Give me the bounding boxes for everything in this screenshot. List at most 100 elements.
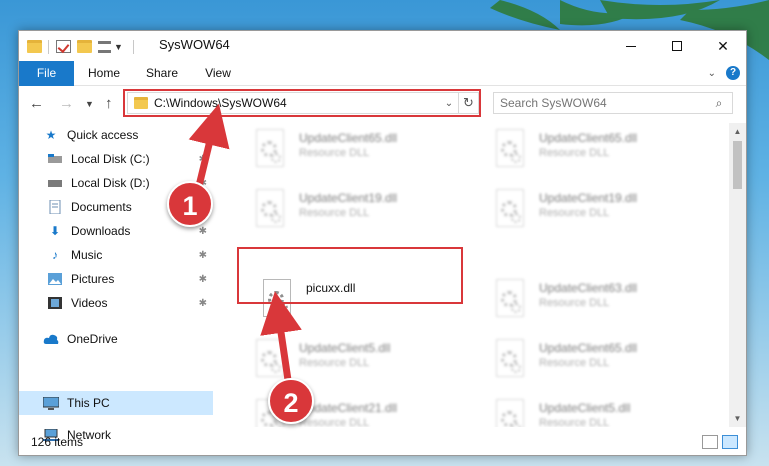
sidebar-item-label: This PC xyxy=(67,396,110,410)
scrollbar-thumb[interactable] xyxy=(733,141,742,189)
pin-icon[interactable]: ✱ xyxy=(199,250,207,261)
list-item[interactable]: UpdateClient65.dll Resource DLL xyxy=(253,129,483,181)
file-type: Resource DLL xyxy=(539,417,610,427)
file-type: Resource DLL xyxy=(539,207,610,219)
file-type: Resource DLL xyxy=(539,357,610,369)
vertical-scrollbar[interactable]: ▲ ▼ xyxy=(729,123,746,427)
sidebar-item-label: Quick access xyxy=(67,128,139,142)
drive-icon xyxy=(47,176,63,190)
address-highlight-box xyxy=(123,89,481,117)
file-type: Resource DLL xyxy=(299,357,370,369)
folder-icon[interactable] xyxy=(27,40,42,53)
file-name: UpdateClient65.dll xyxy=(299,131,398,145)
list-item[interactable]: UpdateClient5.dll Resource DLL xyxy=(493,399,723,427)
scroll-down-icon[interactable]: ▼ xyxy=(729,410,746,427)
file-name: UpdateClient65.dll xyxy=(539,341,638,355)
sidebar-item-label: Pictures xyxy=(71,272,115,286)
sidebar-item-this-pc[interactable]: This PC xyxy=(19,391,213,415)
dll-file-icon xyxy=(493,339,529,383)
expand-ribbon-chevron-icon[interactable]: ⌄ xyxy=(708,68,716,79)
back-button[interactable]: ← xyxy=(29,95,44,112)
sidebar-item-label: Documents xyxy=(71,200,132,214)
close-button[interactable]: ✕ xyxy=(700,31,746,61)
list-item[interactable]: UpdateClient19.dll Resource DLL xyxy=(493,189,723,241)
star-icon: ★ xyxy=(45,128,57,142)
pin-icon[interactable]: ✱ xyxy=(199,226,207,237)
maximize-button[interactable] xyxy=(654,31,700,61)
sidebar-item-label: Downloads xyxy=(71,224,131,238)
file-name: UpdateClient5.dll xyxy=(299,341,391,355)
downloads-icon: ⬇ xyxy=(49,224,61,238)
title-bar: ▼ SysWOW64 ✕ xyxy=(19,31,746,61)
status-bar: 126 items xyxy=(19,429,746,455)
list-item[interactable]: UpdateClient19.dll Resource DLL xyxy=(253,189,483,241)
sidebar-item-quick-access[interactable]: ★ Quick access xyxy=(19,123,213,147)
file-name: UpdateClient65.dll xyxy=(539,131,638,145)
list-item[interactable]: UpdateClient65.dll Resource DLL xyxy=(493,129,723,181)
scroll-up-icon[interactable]: ▲ xyxy=(729,123,746,140)
pictures-icon xyxy=(47,272,63,286)
explorer-window: ▼ SysWOW64 ✕ File Home Share View ⌄ ? ← … xyxy=(18,30,747,456)
callout-badge-2: 2 xyxy=(268,378,314,424)
view-icon[interactable] xyxy=(98,40,111,53)
window-title: SysWOW64 xyxy=(159,37,230,52)
dll-file-icon xyxy=(493,279,529,323)
ribbon-controls: ⌄ ? xyxy=(708,66,740,80)
file-name: UpdateClient19.dll xyxy=(299,191,398,205)
window-controls: ✕ xyxy=(608,31,746,61)
tab-home[interactable]: Home xyxy=(81,61,127,86)
properties-icon[interactable] xyxy=(56,40,71,53)
dll-file-icon xyxy=(493,189,529,233)
toolbar-separator xyxy=(48,39,49,54)
sidebar-item-local-disk-c[interactable]: Local Disk (C:) ✱ xyxy=(19,147,213,171)
new-folder-icon[interactable] xyxy=(77,40,92,53)
sidebar-item-label: OneDrive xyxy=(67,332,118,346)
file-type: Resource DLL xyxy=(539,297,610,309)
details-view-icon[interactable] xyxy=(702,435,718,449)
view-toggles xyxy=(698,435,738,449)
search-input[interactable] xyxy=(500,96,712,110)
search-box[interactable]: ⌕ xyxy=(493,92,733,114)
drive-icon xyxy=(47,152,63,166)
forward-button[interactable]: → xyxy=(59,95,74,112)
documents-icon xyxy=(47,200,63,214)
file-type: Resource DLL xyxy=(299,207,370,219)
file-type: Resource DLL xyxy=(539,147,610,159)
minimize-icon xyxy=(626,45,636,47)
recent-locations-dropdown-icon[interactable]: ▼ xyxy=(85,99,94,109)
sidebar-item-music[interactable]: ♪ Music ✱ xyxy=(19,243,213,267)
file-name: UpdateClient19.dll xyxy=(539,191,638,205)
maximize-icon xyxy=(672,41,682,51)
search-icon: ⌕ xyxy=(715,95,723,110)
music-icon: ♪ xyxy=(52,248,58,262)
callout-badge-1: 1 xyxy=(167,181,213,227)
dll-file-icon xyxy=(493,129,529,173)
item-count: 126 items xyxy=(31,435,84,449)
large-icons-view-icon[interactable] xyxy=(722,435,738,449)
sidebar-item-videos[interactable]: Videos ✱ xyxy=(19,291,213,315)
sidebar-item-label: Music xyxy=(71,248,103,262)
file-type: Resource DLL xyxy=(299,417,370,427)
sidebar-item-onedrive[interactable]: OneDrive xyxy=(19,327,213,351)
list-item[interactable]: UpdateClient65.dll Resource DLL xyxy=(493,339,723,391)
help-icon[interactable]: ? xyxy=(726,66,740,80)
computer-icon xyxy=(43,396,59,410)
list-item[interactable]: UpdateClient63.dll Resource DLL xyxy=(493,279,723,331)
tab-view[interactable]: View xyxy=(195,61,241,86)
pin-icon[interactable]: ✱ xyxy=(199,274,207,285)
up-button[interactable]: ↑ xyxy=(105,95,113,112)
videos-icon xyxy=(47,296,63,310)
tab-file[interactable]: File xyxy=(19,61,74,86)
sidebar-item-label: Local Disk (C:) xyxy=(71,152,150,166)
tab-share[interactable]: Share xyxy=(139,61,185,86)
cloud-icon xyxy=(43,332,59,346)
navigation-pane: ★ Quick access Local Disk (C:) ✱ Local D… xyxy=(19,123,213,442)
minimize-button[interactable] xyxy=(608,31,654,61)
sidebar-item-pictures[interactable]: Pictures ✱ xyxy=(19,267,213,291)
sidebar-item-label: Videos xyxy=(71,296,108,310)
pin-icon[interactable]: ✱ xyxy=(199,298,207,309)
file-type: Resource DLL xyxy=(299,147,370,159)
sidebar-item-label: Local Disk (D:) xyxy=(71,176,150,190)
pin-icon[interactable]: ✱ xyxy=(199,154,207,165)
customize-toolbar-dropdown-icon[interactable]: ▼ xyxy=(114,42,123,52)
